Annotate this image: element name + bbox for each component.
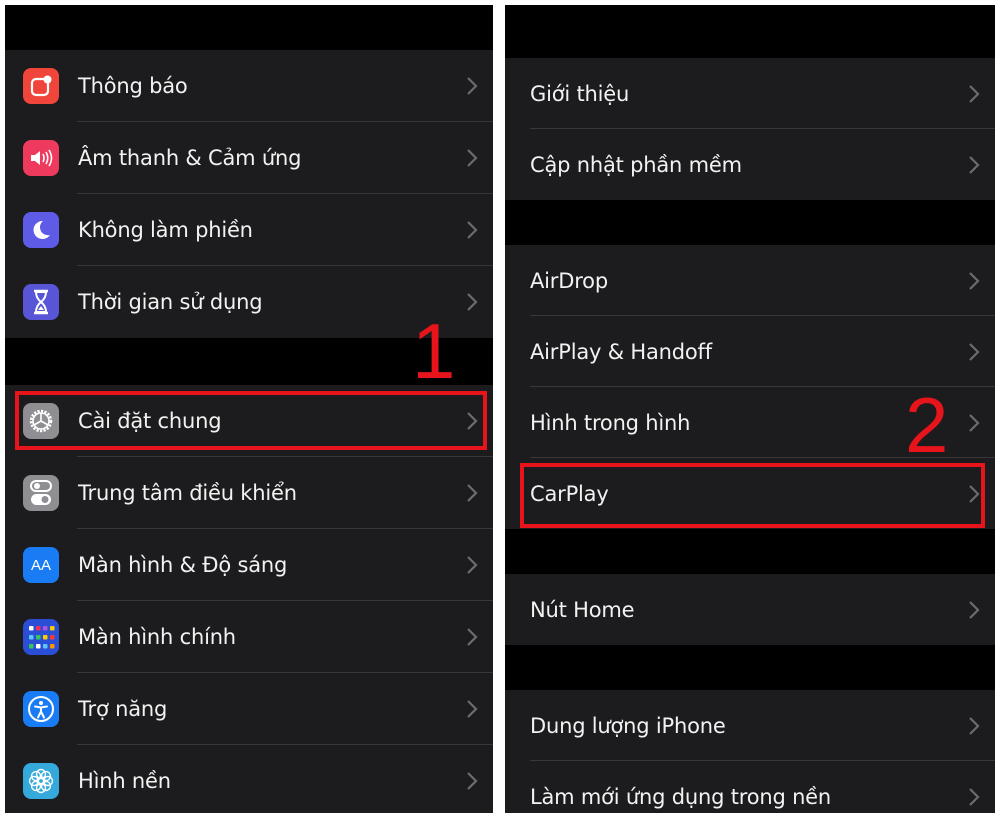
chevron-right-icon — [467, 412, 478, 430]
settings-item-label: CarPlay — [530, 481, 609, 506]
settings-item-cai-dat-chung[interactable]: Cài đặt chung — [5, 385, 493, 457]
settings-item-label: AirDrop — [530, 268, 608, 293]
chevron-right-icon — [969, 484, 980, 503]
settings-item-label: Cài đặt chung — [78, 409, 222, 433]
settings-item-airplay-handoff[interactable]: AirPlay & Handoff — [505, 316, 995, 387]
settings-item-label: Thời gian sử dụng — [78, 290, 263, 314]
settings-item-thong-bao[interactable]: Thông báo — [5, 50, 493, 122]
step-number-2: 2 — [905, 381, 949, 469]
section-gap — [505, 200, 995, 245]
settings-item-am-thanh-cam-ung[interactable]: Âm thanh & Cảm ứng — [5, 122, 493, 194]
settings-item-label: Thông báo — [78, 74, 188, 98]
chevron-right-icon — [467, 700, 478, 718]
gear-icon — [23, 403, 59, 439]
settings-group: Thông báo Âm thanh & Cảm ứng Không làm phi… — [5, 50, 493, 338]
settings-item-label: Trung tâm điều khiển — [78, 481, 297, 505]
settings-group: Cài đặt chung Trung tâm điều khiển AA Màn h… — [5, 385, 493, 813]
chevron-right-icon — [467, 772, 478, 790]
settings-item-label: Không làm phiền — [78, 218, 253, 242]
chevron-right-icon — [467, 149, 478, 167]
step-number-1: 1 — [412, 307, 456, 395]
settings-panel-left: Thông báo Âm thanh & Cảm ứng Không làm phi… — [5, 5, 493, 813]
chevron-right-icon — [969, 600, 980, 619]
settings-item-label: Màn hình & Độ sáng — [78, 553, 288, 577]
chevron-right-icon — [969, 84, 980, 103]
settings-item-label: Hình trong hình — [530, 410, 691, 435]
settings-item-airdrop[interactable]: AirDrop — [505, 245, 995, 316]
settings-item-label: Giới thiệu — [530, 81, 630, 106]
chevron-right-icon — [969, 342, 980, 361]
chevron-right-icon — [969, 155, 980, 174]
chevron-right-icon — [467, 484, 478, 502]
sound-icon — [23, 140, 59, 176]
icon-glyph: AA — [30, 556, 51, 574]
section-gap — [5, 5, 493, 50]
settings-item-hinh-nen[interactable]: Hình nền — [5, 745, 493, 813]
settings-group: Nút Home — [505, 574, 995, 645]
chevron-right-icon — [467, 556, 478, 574]
chevron-right-icon — [969, 716, 980, 735]
settings-item-trung-tam-dieu-khien[interactable]: Trung tâm điều khiển — [5, 457, 493, 529]
chevron-right-icon — [969, 787, 980, 806]
moon-icon — [23, 212, 59, 248]
chevron-right-icon — [467, 221, 478, 239]
chevron-right-icon — [467, 628, 478, 646]
settings-item-man-hinh-chinh[interactable]: Màn hình chính — [5, 601, 493, 673]
hourglass-icon — [23, 284, 59, 320]
settings-item-lam-moi-ung-dung-trong-nen[interactable]: Làm mới ứng dụng trong nền — [505, 761, 995, 813]
section-gap — [505, 645, 995, 690]
chevron-right-icon — [467, 293, 478, 311]
settings-item-gioi-thieu[interactable]: Giới thiệu — [505, 58, 995, 129]
settings-item-label: Âm thanh & Cảm ứng — [78, 146, 302, 170]
section-gap — [505, 5, 995, 58]
text-size-icon: AA — [23, 547, 59, 583]
chevron-right-icon — [969, 271, 980, 290]
settings-group: Dung lượng iPhone Làm mới ứng dụng trong … — [505, 690, 995, 813]
notifications-icon — [23, 68, 59, 104]
toggles-icon — [23, 475, 59, 511]
section-gap — [505, 529, 995, 574]
chevron-right-icon — [467, 77, 478, 95]
settings-item-label: Màn hình chính — [78, 625, 236, 649]
settings-item-man-hinh-do-sang[interactable]: AA Màn hình & Độ sáng — [5, 529, 493, 601]
settings-item-label: Làm mới ứng dụng trong nền — [530, 784, 832, 809]
settings-item-label: Dung lượng iPhone — [530, 713, 726, 738]
settings-item-label: AirPlay & Handoff — [530, 339, 712, 364]
settings-item-nut-home[interactable]: Nút Home — [505, 574, 995, 645]
settings-item-cap-nhat-phan-mem[interactable]: Cập nhật phần mềm — [505, 129, 995, 200]
settings-item-dung-luong-iphone[interactable]: Dung lượng iPhone — [505, 690, 995, 761]
settings-item-label: Nút Home — [530, 597, 635, 622]
accessibility-icon — [23, 691, 59, 727]
settings-item-tro-nang[interactable]: Trợ năng — [5, 673, 493, 745]
settings-item-label: Cập nhật phần mềm — [530, 152, 742, 177]
settings-item-khong-lam-phien[interactable]: Không làm phiền — [5, 194, 493, 266]
settings-group: Giới thiệu Cập nhật phần mềm — [505, 58, 995, 200]
settings-item-label: Trợ năng — [78, 697, 168, 721]
chevron-right-icon — [969, 413, 980, 432]
wallpaper-flower-icon — [23, 763, 59, 799]
settings-item-label: Hình nền — [78, 769, 171, 793]
home-screen-grid-icon — [23, 619, 59, 655]
